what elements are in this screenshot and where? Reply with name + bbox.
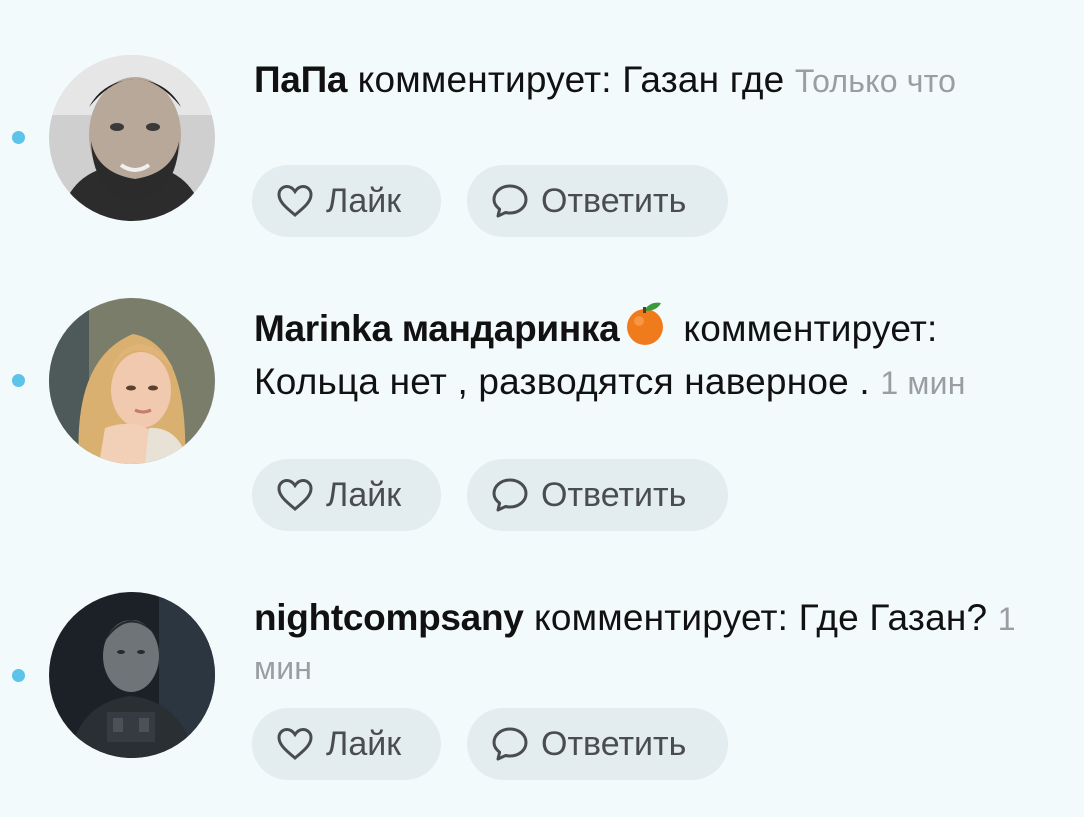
like-label: Лайк [326,475,402,514]
speech-bubble-icon [491,477,529,513]
speech-bubble-icon [491,183,529,219]
reply-label: Ответить [541,475,687,514]
like-label: Лайк [326,724,402,763]
reply-label: Ответить [541,724,687,763]
author-name[interactable]: nightcompsany [254,597,524,638]
comment-text: nightcompsany комментирует: Где Газан? 1… [254,594,1069,692]
comment-body: комментирует: Газан где [347,59,795,100]
comment-actions: Лайк Ответить [252,459,728,531]
heart-icon [276,727,314,761]
reply-button[interactable]: Ответить [467,165,728,237]
heart-icon [276,478,314,512]
comment-actions: Лайк Ответить [252,708,728,780]
like-label: Лайк [326,181,402,220]
like-button[interactable]: Лайк [252,459,441,531]
comment-actions: Лайк Ответить [252,165,728,237]
orange-emoji-icon [621,299,669,358]
like-button[interactable]: Лайк [252,708,441,780]
timestamp: Только что [794,63,957,99]
speech-bubble-icon [491,726,529,762]
avatar[interactable] [49,592,215,758]
like-button[interactable]: Лайк [252,165,441,237]
reply-label: Ответить [541,181,687,220]
author-name[interactable]: Marinka мандаринка [254,308,620,349]
unread-indicator [12,374,25,387]
avatar[interactable] [49,298,215,464]
unread-indicator [12,669,25,682]
author-name[interactable]: ПаПа [254,59,347,100]
reply-button[interactable]: Ответить [467,459,728,531]
heart-icon [276,184,314,218]
comment-text: ПаПа комментирует: Газан где Только что [254,56,1069,105]
comment-text: Marinka мандаринка комментирует: Кольца н… [254,299,1069,407]
timestamp: 1 мин [880,365,966,401]
avatar[interactable] [49,55,215,221]
comment-body: комментирует: Где Газан? [523,597,998,638]
reply-button[interactable]: Ответить [467,708,728,780]
unread-indicator [12,131,25,144]
